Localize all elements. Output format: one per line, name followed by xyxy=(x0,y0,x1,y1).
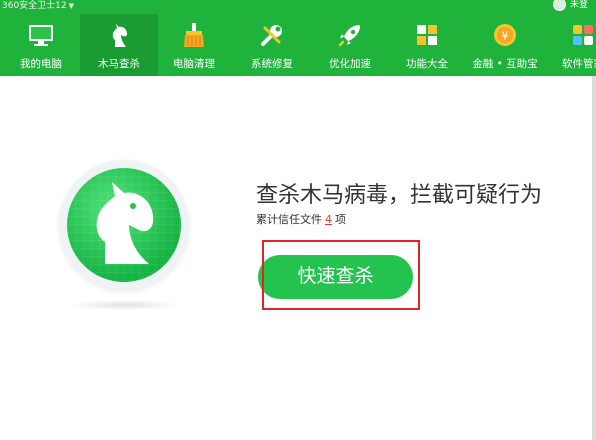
horse-icon xyxy=(112,24,127,47)
main-nav: 我的电脑 木马查杀 电脑清理 系统修复 优化加速 功能大全 ¥ 金融 • 互助宝… xyxy=(0,14,596,76)
nav-item-finance[interactable]: ¥ 金融 • 互助宝 xyxy=(466,14,544,76)
nav-label: 木马查杀 xyxy=(98,58,140,70)
rocket-icon xyxy=(338,25,360,47)
coin-icon: ¥ xyxy=(494,24,516,46)
badge-circle xyxy=(67,168,181,282)
title-bar: 360安全卫士12 ▼ 未登 xyxy=(0,0,596,11)
nav-item-system-repair[interactable]: 系统修复 xyxy=(233,14,311,76)
nav-item-trojan-scan[interactable]: 木马查杀 xyxy=(80,14,158,76)
nav-item-speedup[interactable]: 优化加速 xyxy=(311,14,389,76)
wrench-icon xyxy=(261,25,282,46)
trusted-count-link[interactable]: 4 xyxy=(325,213,332,226)
trojan-scan-badge xyxy=(59,160,189,290)
nav-item-software-manager[interactable]: 软件管家 xyxy=(544,14,596,76)
app-title[interactable]: 360安全卫士12 ▼ xyxy=(2,0,74,11)
user-login[interactable]: 未登 xyxy=(553,0,588,11)
nav-label: 金融 • 互助宝 xyxy=(472,58,538,70)
avatar xyxy=(553,0,566,11)
nav-item-cleanup[interactable]: 电脑清理 xyxy=(155,14,233,76)
svg-text:¥: ¥ xyxy=(502,30,509,43)
trusted-files-summary: 累计信任文件 4 项 xyxy=(256,213,346,226)
chevron-down-icon: ▼ xyxy=(68,2,75,10)
grid-icon xyxy=(417,25,437,45)
nav-label: 系统修复 xyxy=(251,58,293,70)
horse-icon xyxy=(67,168,181,282)
nav-label: 电脑清理 xyxy=(173,58,215,70)
nav-label: 优化加速 xyxy=(329,58,371,70)
nav-item-my-computer[interactable]: 我的电脑 xyxy=(2,14,80,76)
apps-icon xyxy=(573,25,593,45)
broom-icon xyxy=(184,23,204,47)
nav-label: 我的电脑 xyxy=(20,58,62,70)
annotation-highlight-box xyxy=(262,240,420,310)
nav-label: 软件管家 xyxy=(562,58,596,70)
badge-shadow xyxy=(70,300,180,310)
nav-label: 功能大全 xyxy=(406,58,448,70)
window-edge xyxy=(592,76,596,440)
monitor-icon xyxy=(29,25,53,46)
nav-item-all-features[interactable]: 功能大全 xyxy=(388,14,466,76)
page-headline: 查杀木马病毒，拦截可疑行为 xyxy=(256,183,543,208)
